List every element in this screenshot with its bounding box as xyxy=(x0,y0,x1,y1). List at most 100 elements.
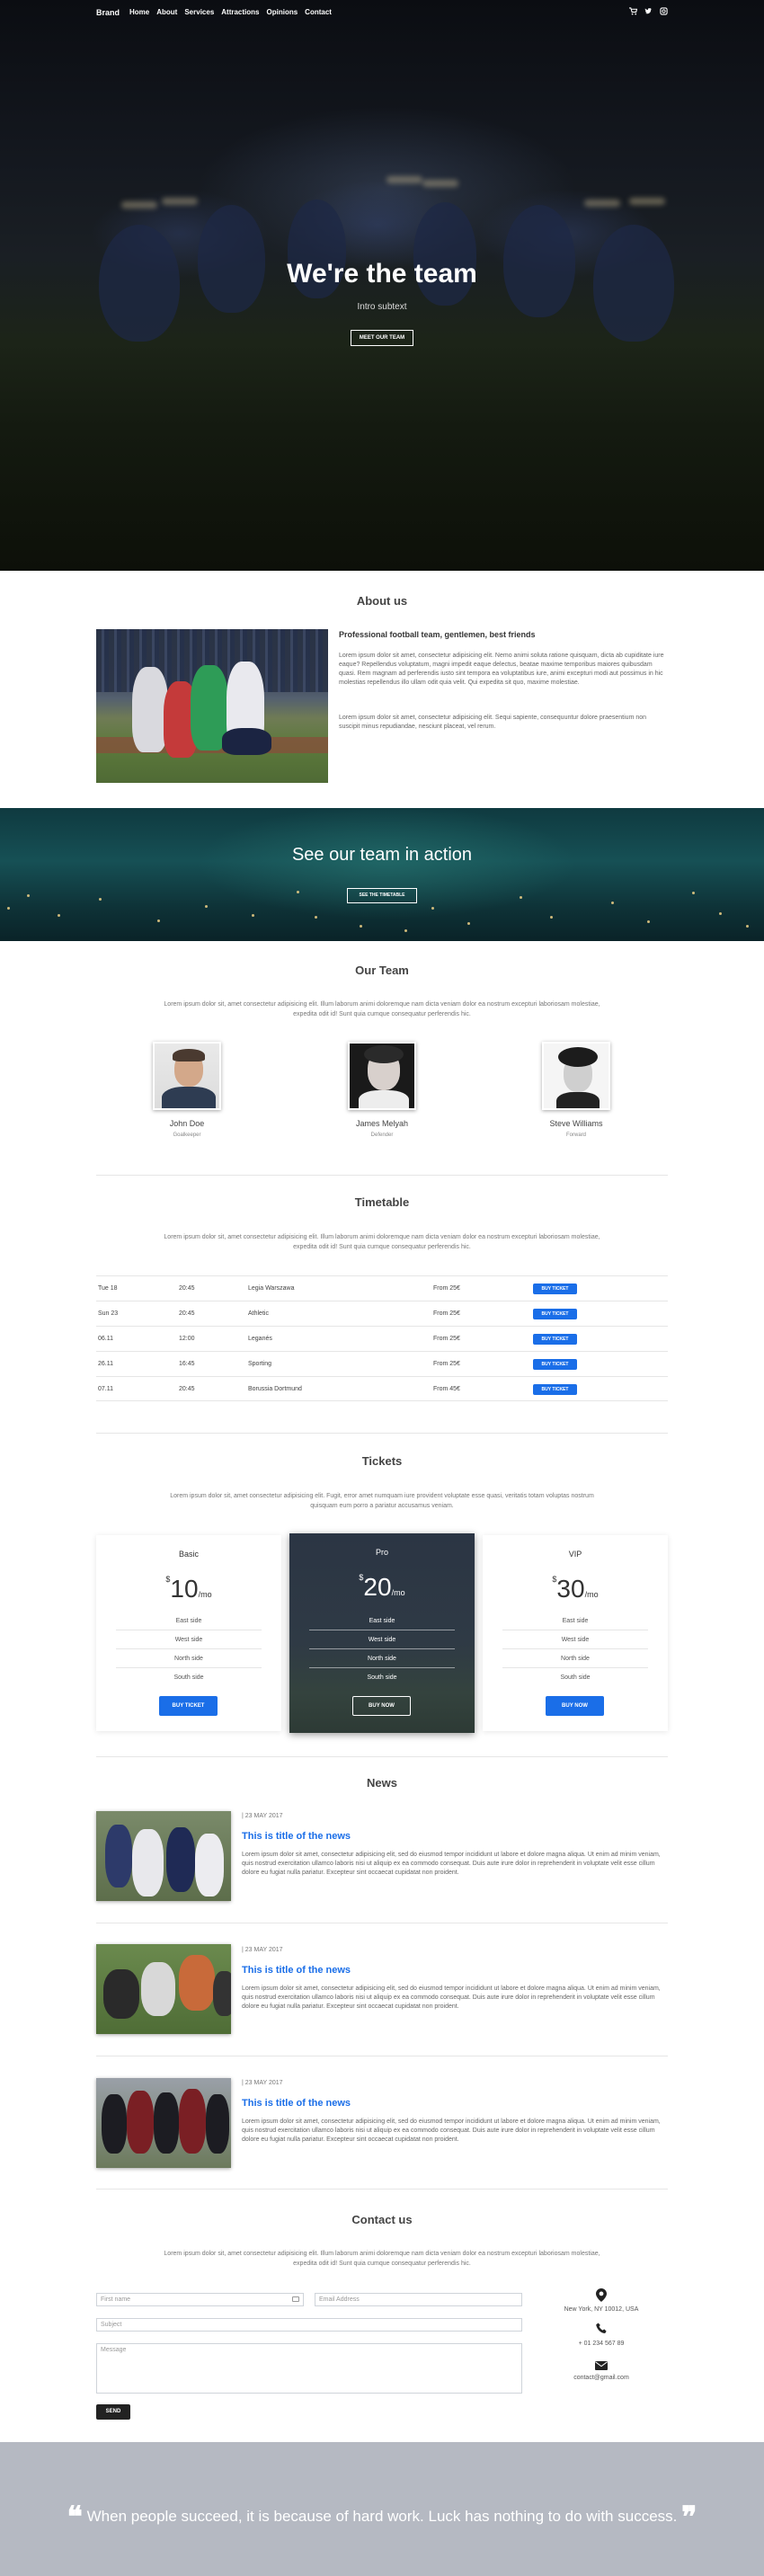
plan-feature: North side xyxy=(502,1649,648,1668)
match-date: 07.11 xyxy=(98,1386,113,1392)
match-date: 06.11 xyxy=(98,1336,113,1342)
first-name-field[interactable]: First name xyxy=(96,2293,304,2306)
buy-ticket-button[interactable]: BUY TICKET xyxy=(159,1696,218,1716)
section-divider xyxy=(96,1433,668,1434)
plan-name: Basic xyxy=(178,1550,199,1559)
timetable-description: Lorem ipsum dolor sit, amet consectetur … xyxy=(164,1234,600,1250)
plan-feature: West side xyxy=(502,1630,648,1649)
buy-now-button[interactable]: BUY NOW xyxy=(546,1696,604,1716)
cart-icon[interactable] xyxy=(629,7,638,17)
buy-ticket-button[interactable]: BUY TICKET xyxy=(533,1359,577,1370)
avatar xyxy=(348,1042,416,1110)
hero-title: We're the team xyxy=(287,259,477,289)
plan-price: $10/mo xyxy=(165,1575,212,1603)
news-headline-link[interactable]: This is title of the news xyxy=(242,1831,351,1842)
team-description: Lorem ipsum dolor sit, amet consectetur … xyxy=(164,1001,600,1017)
quote-close-icon: ❞ xyxy=(681,2500,697,2534)
table-row: Tue 18 20:45 Legia Warszawa From 25€ BUY… xyxy=(96,1275,668,1301)
match-price: From 25€ xyxy=(433,1285,460,1292)
buy-ticket-button[interactable]: BUY TICKET xyxy=(533,1284,577,1294)
news-date: | 23 MAY 2017 xyxy=(242,2080,283,2086)
match-time: 16:45 xyxy=(179,1361,195,1367)
brand-logo[interactable]: Brand xyxy=(96,8,120,17)
action-banner xyxy=(0,808,764,941)
plan-feature: North side xyxy=(309,1649,455,1668)
table-row: 07.11 20:45 Borussia Dortmund From 45€ B… xyxy=(96,1376,668,1401)
plan-feature: North side xyxy=(116,1649,262,1668)
contact-phone: + 01 234 567 89 xyxy=(578,2341,625,2347)
match-opponent: Sporting xyxy=(248,1361,272,1367)
news-body: Lorem ipsum dolor sit amet, consectetur … xyxy=(242,2119,661,2143)
plan-feature: South side xyxy=(367,1674,397,1681)
table-row: Sun 23 20:45 Athletic From 25€ BUY TICKE… xyxy=(96,1301,668,1326)
subject-field[interactable]: Subject xyxy=(96,2318,522,2332)
quote: ❝ When people succeed, it is because of … xyxy=(0,2500,764,2534)
nav-links: Home About Services Attractions Opinions… xyxy=(129,8,332,16)
tickets-title: Tickets xyxy=(361,1454,403,1468)
match-time: 20:45 xyxy=(179,1386,195,1392)
match-price: From 25€ xyxy=(433,1336,460,1342)
match-date: 26.11 xyxy=(98,1361,113,1367)
member-role: Forward xyxy=(565,1133,586,1138)
buy-now-button[interactable]: BUY NOW xyxy=(352,1696,411,1716)
hero-subtitle: Intro subtext xyxy=(357,302,407,312)
news-headline-link[interactable]: This is title of the news xyxy=(242,2098,351,2109)
news-date: | 23 MAY 2017 xyxy=(242,1947,283,1953)
nav-link-contact[interactable]: Contact xyxy=(305,8,332,16)
nav-link-about[interactable]: About xyxy=(156,8,177,16)
match-opponent: Leganés xyxy=(248,1336,272,1342)
about-heading: Professional football team, gentlemen, b… xyxy=(339,630,536,639)
avatar xyxy=(542,1042,610,1110)
email-field[interactable]: Email Address xyxy=(315,2293,522,2306)
plan-name: Pro xyxy=(375,1548,388,1557)
instagram-icon[interactable] xyxy=(660,7,668,17)
nav-link-opinions[interactable]: Opinions xyxy=(267,8,298,16)
match-date: Sun 23 xyxy=(98,1310,119,1317)
nav-link-home[interactable]: Home xyxy=(129,8,149,16)
top-navbar: Brand Home About Services Attractions Op… xyxy=(0,0,764,25)
match-time: 12:00 xyxy=(179,1336,195,1342)
plan-price: $30/mo xyxy=(552,1575,599,1603)
buy-ticket-button[interactable]: BUY TICKET xyxy=(533,1334,577,1345)
map-marker-icon xyxy=(593,2288,609,2305)
match-date: Tue 18 xyxy=(98,1285,118,1292)
message-field[interactable]: Message xyxy=(96,2343,522,2394)
buy-ticket-button[interactable]: BUY TICKET xyxy=(533,1309,577,1319)
twitter-icon[interactable] xyxy=(644,7,653,17)
ticket-card-vip: VIP $30/mo East side West side North sid… xyxy=(483,1535,668,1731)
contact-email: contact@gmail.com xyxy=(573,2375,629,2381)
team-member-card: Steve Williams Forward xyxy=(522,1042,630,1138)
member-role: Defender xyxy=(370,1133,394,1138)
plan-feature: East side xyxy=(116,1612,262,1630)
nav-link-services[interactable]: Services xyxy=(184,8,214,16)
team-title: Our Team xyxy=(355,964,409,977)
table-row: 06.11 12:00 Leganés From 25€ BUY TICKET xyxy=(96,1326,668,1351)
contact-title: Contact us xyxy=(351,2213,413,2226)
contact-description: Lorem ipsum dolor sit, amet consectetur … xyxy=(164,2251,600,2267)
nav-link-attractions[interactable]: Attractions xyxy=(221,8,259,16)
phone-icon xyxy=(593,2323,609,2337)
news-body: Lorem ipsum dolor sit amet, consectetur … xyxy=(242,1852,661,1876)
nav-icons xyxy=(629,7,668,17)
about-team-photo xyxy=(96,629,328,783)
quote-text: When people succeed, it is because of ha… xyxy=(86,2508,678,2525)
news-image xyxy=(96,1944,231,2034)
news-image xyxy=(96,2078,231,2168)
member-role: Goalkeeper xyxy=(173,1133,201,1138)
ticket-card-pro: Pro $20/mo East side West side North sid… xyxy=(289,1533,475,1733)
see-timetable-button[interactable]: SEE THE TIMETABLE xyxy=(347,888,417,903)
plan-feature: South side xyxy=(560,1674,591,1681)
match-price: From 45€ xyxy=(433,1386,460,1392)
news-headline-link[interactable]: This is title of the news xyxy=(242,1965,351,1976)
buy-ticket-button[interactable]: BUY TICKET xyxy=(533,1384,577,1395)
match-price: From 25€ xyxy=(433,1361,460,1367)
plan-feature: East side xyxy=(502,1612,648,1630)
match-opponent: Legia Warszawa xyxy=(248,1285,295,1292)
tickets-description: Lorem ipsum dolor sit, amet consectetur … xyxy=(170,1493,594,1509)
member-name: James Melyah xyxy=(355,1119,409,1128)
plan-feature: West side xyxy=(116,1630,262,1649)
meet-our-team-button[interactable]: MEET OUR TEAM xyxy=(351,330,413,346)
section-divider xyxy=(96,1175,668,1176)
plan-name: VIP xyxy=(568,1550,582,1559)
send-button[interactable]: SEND xyxy=(96,2404,130,2420)
